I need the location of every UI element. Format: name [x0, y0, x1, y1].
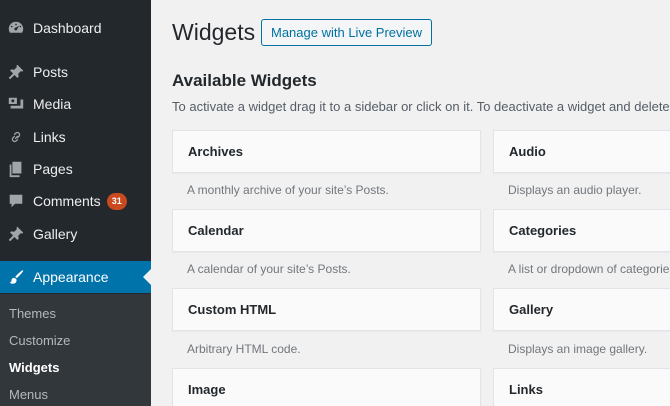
pushpin-icon [6, 62, 26, 82]
menu-item-appearance[interactable]: Appearance [0, 261, 151, 293]
widget-categories[interactable]: Categories [493, 209, 670, 252]
widget-calendar[interactable]: Calendar [172, 209, 481, 252]
menu-label: Links [33, 129, 66, 145]
link-icon [6, 127, 26, 147]
available-widgets-title: Available Widgets [172, 71, 317, 90]
main-content: Widgets Manage with Live Preview Availab… [151, 0, 670, 406]
submenu-item-themes[interactable]: Themes [9, 306, 56, 321]
submenu-item-menus[interactable]: Menus [9, 387, 48, 402]
widget-title: Archives [188, 144, 243, 159]
widget-description: Displays an image gallery. [508, 342, 648, 356]
widget-image[interactable]: Image [172, 368, 481, 406]
widget-title: Audio [509, 144, 546, 159]
dashboard-icon [6, 18, 26, 38]
widgets-instructions: To activate a widget drag it to a sideba… [172, 99, 670, 114]
menu-label: Posts [33, 64, 69, 80]
widget-description: A monthly archive of your site’s Posts. [187, 183, 389, 197]
widget-description: Displays an audio player. [508, 183, 642, 197]
widget-description: A calendar of your site’s Posts. [187, 262, 351, 276]
menu-label: Pages [33, 161, 73, 177]
media-icon [6, 94, 26, 114]
pushpin-icon [6, 224, 26, 244]
submenu-item-customize[interactable]: Customize [9, 333, 70, 348]
active-menu-arrow [143, 269, 151, 285]
menu-label: Gallery [33, 226, 78, 242]
menu-item-comments[interactable]: Comments 31 [0, 185, 151, 217]
comment-count-badge: 31 [106, 192, 127, 210]
widget-title: Custom HTML [188, 302, 277, 317]
widget-title: Image [188, 382, 226, 397]
widget-audio[interactable]: Audio [493, 130, 670, 173]
menu-label: Comments [33, 193, 101, 209]
widget-archives[interactable]: Archives [172, 130, 481, 173]
widget-description: Arbitrary HTML code. [187, 342, 301, 356]
menu-item-links[interactable]: Links [0, 121, 151, 153]
submenu-item-widgets[interactable]: Widgets [9, 360, 59, 375]
widget-title: Gallery [509, 302, 554, 317]
menu-item-pages[interactable]: Pages [0, 153, 151, 185]
page-title: Widgets [172, 19, 256, 45]
widget-gallery[interactable]: Gallery [493, 288, 670, 331]
menu-item-dashboard[interactable]: Dashboard [0, 12, 151, 44]
widget-custom-html[interactable]: Custom HTML [172, 288, 481, 331]
widget-title: Calendar [188, 223, 244, 238]
widget-description: A list or dropdown of categories. [508, 262, 670, 276]
paintbrush-icon [6, 267, 26, 287]
pages-icon [6, 159, 26, 179]
widget-title: Categories [509, 223, 577, 238]
widget-links[interactable]: Links [493, 368, 670, 406]
menu-item-media[interactable]: Media [0, 88, 151, 120]
menu-label: Dashboard [33, 20, 102, 36]
appearance-submenu: Themes Customize Widgets Menus [0, 294, 151, 406]
comment-icon [6, 191, 26, 211]
admin-sidebar: Dashboard Posts Media Links Pages Commen… [0, 0, 151, 406]
menu-label: Appearance [33, 269, 109, 285]
menu-label: Media [33, 96, 72, 112]
manage-live-preview-button[interactable]: Manage with Live Preview [261, 19, 433, 46]
menu-item-gallery[interactable]: Gallery [0, 218, 151, 250]
widget-title: Links [509, 382, 543, 397]
menu-item-posts[interactable]: Posts [0, 56, 151, 88]
